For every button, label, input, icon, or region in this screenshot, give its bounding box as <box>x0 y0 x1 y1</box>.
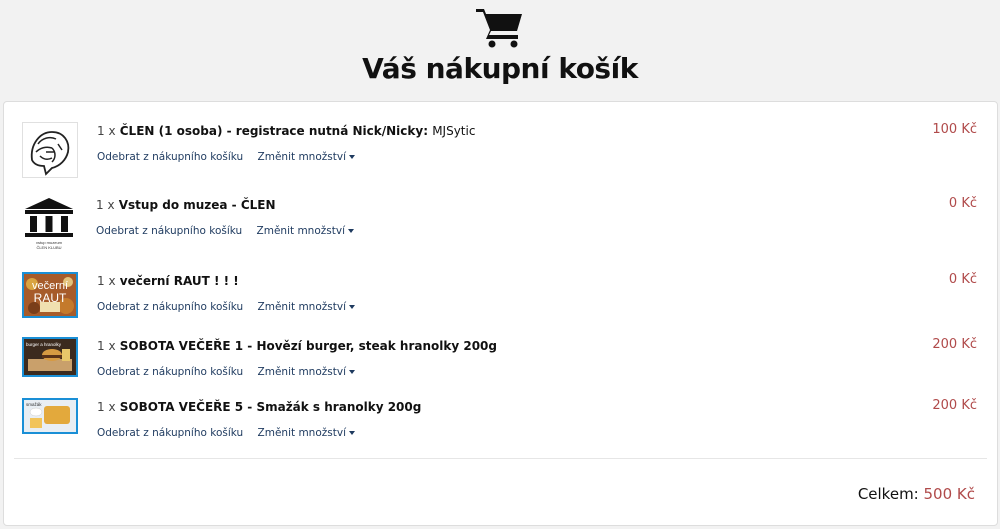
item-price: 100 Kč <box>932 122 977 137</box>
change-quantity-dropdown[interactable]: Změnit množství <box>258 151 355 163</box>
remove-from-cart-link[interactable]: Odebrat z nákupního košíku <box>97 301 243 313</box>
caret-down-icon <box>349 370 355 374</box>
item-quantity: 1 x <box>97 339 116 353</box>
item-name: večerní RAUT ! ! ! <box>119 274 239 288</box>
caret-down-icon <box>349 305 355 309</box>
change-quantity-dropdown[interactable]: Změnit množství <box>257 225 354 237</box>
change-quantity-dropdown[interactable]: Změnit množství <box>258 427 355 439</box>
item-actions: Odebrat z nákupního košíku Změnit množst… <box>96 225 354 237</box>
total-label: Celkem: <box>857 485 919 503</box>
change-quantity-dropdown[interactable]: Změnit množství <box>258 366 355 378</box>
image-caption: ČLEN KLUBU <box>36 245 61 250</box>
remove-from-cart-link[interactable]: Odebrat z nákupního košíku <box>96 225 242 237</box>
burger-photo-image: burger a hranolky <box>22 337 78 377</box>
item-quantity: 1 x <box>97 124 116 138</box>
buffet-photo-image: večerní RAUT <box>22 272 78 318</box>
caret-down-icon <box>349 431 355 435</box>
cart-panel: 1 x ČLEN (1 osoba) - registrace nutná Ni… <box>3 101 998 526</box>
caret-down-icon <box>348 229 354 233</box>
image-text: burger a hranolky <box>26 342 62 347</box>
total-value: 500 Kč <box>923 485 975 503</box>
item-title: 1 x večerní RAUT ! ! ! <box>97 274 239 288</box>
item-actions: Odebrat z nákupního košíku Změnit množst… <box>97 427 355 439</box>
item-quantity: 1 x <box>97 274 116 288</box>
shopping-cart-icon <box>476 9 522 48</box>
item-price: 200 Kč <box>932 398 977 413</box>
item-name: SOBOTA VEČEŘE 5 - Smažák s hranolky 200g <box>119 400 422 414</box>
page-title: Váš nákupní košík <box>362 52 638 85</box>
divider <box>14 458 987 459</box>
item-quantity: 1 x <box>97 400 116 414</box>
remove-from-cart-link[interactable]: Odebrat z nákupního košíku <box>97 427 243 439</box>
change-quantity-label: Změnit množství <box>256 225 345 237</box>
item-name: ČLEN (1 osoba) - registrace nutná Nick/N… <box>119 124 428 138</box>
page-header: Váš nákupní košík <box>0 0 1000 100</box>
item-actions: Odebrat z nákupního košíku Změnit množst… <box>97 151 355 163</box>
item-name: SOBOTA VEČEŘE 1 - Hovězí burger, steak h… <box>119 339 497 353</box>
item-price: 0 Kč <box>948 196 977 211</box>
cart-total: Celkem: 500 Kč <box>858 485 975 503</box>
item-price: 0 Kč <box>948 272 977 287</box>
item-title: 1 x ČLEN (1 osoba) - registrace nutná Ni… <box>97 124 475 138</box>
item-quantity: 1 x <box>96 198 115 212</box>
caret-down-icon <box>349 155 355 159</box>
item-title: 1 x SOBOTA VEČEŘE 5 - Smažák s hranolky … <box>97 400 421 414</box>
change-quantity-label: Změnit množství <box>257 151 346 163</box>
change-quantity-dropdown[interactable]: Změnit množství <box>258 301 355 313</box>
remove-from-cart-link[interactable]: Odebrat z nákupního košíku <box>97 366 243 378</box>
change-quantity-label: Změnit množství <box>257 427 346 439</box>
item-name: Vstup do muzea - ČLEN <box>118 198 276 212</box>
item-nick: MJSytic <box>432 124 476 138</box>
item-title: 1 x SOBOTA VEČEŘE 1 - Hovězí burger, ste… <box>97 339 497 353</box>
item-actions: Odebrat z nákupního košíku Změnit množst… <box>97 366 355 378</box>
change-quantity-label: Změnit množství <box>257 366 346 378</box>
change-quantity-label: Změnit množství <box>257 301 346 313</box>
item-actions: Odebrat z nákupního košíku Změnit množst… <box>97 301 355 313</box>
item-price: 200 Kč <box>932 337 977 352</box>
image-text: RAUT <box>34 291 67 305</box>
item-title: 1 x Vstup do muzea - ČLEN <box>96 198 276 212</box>
museum-building-icon: vstup muzeum ČLEN KLUBU <box>21 195 77 253</box>
image-text: smažák <box>26 402 42 407</box>
remove-from-cart-link[interactable]: Odebrat z nákupního košíku <box>97 151 243 163</box>
lion-logo-image <box>22 122 78 178</box>
fried-cheese-photo-image: smažák <box>22 398 78 434</box>
